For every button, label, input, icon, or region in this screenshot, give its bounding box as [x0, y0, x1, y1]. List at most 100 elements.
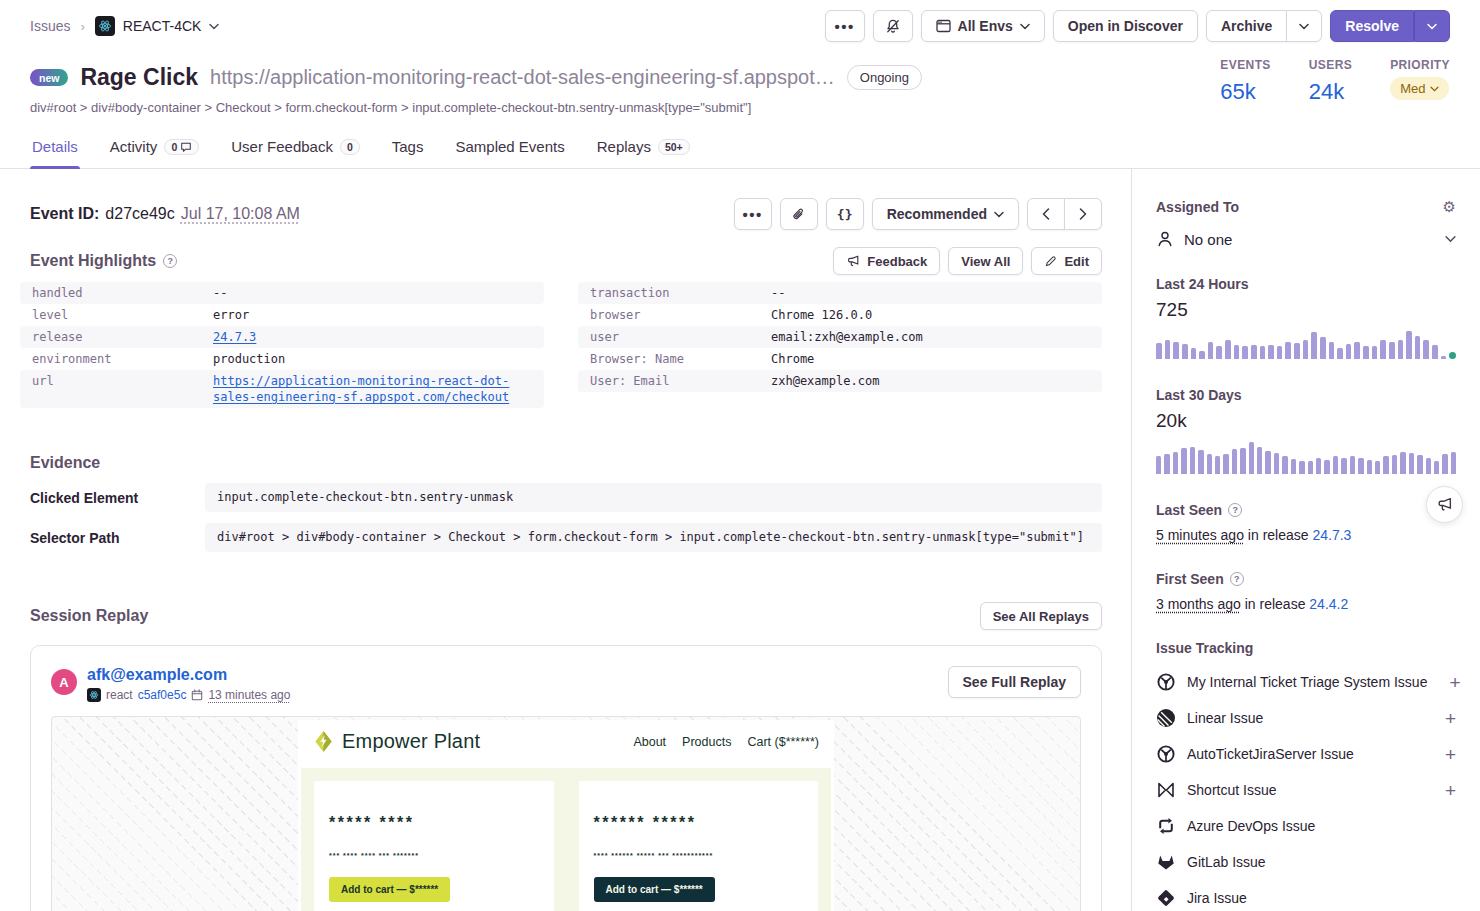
view-all-button[interactable]: View All: [948, 247, 1023, 275]
paperclip-icon: [791, 207, 806, 222]
evidence-value: div#root > div#body-container > Checkout…: [205, 523, 1102, 552]
edit-highlights-button[interactable]: Edit: [1031, 247, 1102, 275]
breadcrumb-project[interactable]: REACT-4CK: [95, 16, 220, 36]
chevron-down-icon: [1020, 23, 1030, 30]
event-more-button[interactable]: •••: [734, 198, 772, 230]
previous-event-button[interactable]: [1027, 198, 1065, 230]
highlight-value[interactable]: https://application-monitoring-react-dot…: [213, 373, 509, 405]
replay-viewport[interactable]: Empower Plant About Products Cart ($******…: [51, 716, 1081, 911]
more-options-button[interactable]: •••: [825, 10, 865, 42]
status-badge[interactable]: Ongoing: [847, 65, 922, 90]
event-selector-dropdown[interactable]: Recommended: [872, 198, 1019, 230]
issue-tracking-item[interactable]: Azure DevOps Issue: [1156, 816, 1456, 836]
highlight-row: useremail:zxh@example.com: [578, 326, 1102, 348]
empower-plant-logo: [313, 730, 334, 753]
chart-bar: [1341, 458, 1346, 474]
assignee-dropdown[interactable]: No one: [1156, 230, 1456, 248]
copy-link-button[interactable]: [780, 198, 818, 230]
site-nav-link[interactable]: About: [633, 735, 666, 749]
issue-tracking-item[interactable]: My Internal Ticket Triage System Issue+: [1156, 672, 1456, 692]
chart-bar: [1406, 331, 1412, 359]
mute-notifications-button[interactable]: [873, 10, 913, 42]
chart-bar: [1375, 461, 1380, 474]
tab-sampled-events[interactable]: Sampled Events: [453, 130, 566, 168]
events-count-link[interactable]: 65k: [1220, 79, 1270, 105]
archive-dropdown-button[interactable]: [1286, 10, 1322, 42]
help-icon[interactable]: ?: [1230, 572, 1244, 586]
gear-icon[interactable]: ⚙: [1443, 200, 1456, 215]
help-icon[interactable]: ?: [163, 254, 177, 268]
issue-stats: EVENTS 65k USERS 24k PRIORITY Med: [1220, 58, 1450, 105]
priority-dropdown[interactable]: Med: [1390, 77, 1449, 100]
feedback-float-button[interactable]: [1426, 486, 1463, 523]
chart-bar: [1216, 346, 1222, 359]
chart-bar: [1223, 454, 1228, 474]
chart-bar: [1199, 351, 1205, 359]
add-to-cart-button[interactable]: Add to cart — $******: [329, 877, 450, 902]
chart-bar: [1164, 454, 1169, 474]
tab-activity[interactable]: Activity0: [108, 130, 201, 168]
environment-selector[interactable]: All Envs: [921, 10, 1045, 42]
add-to-cart-button[interactable]: Add to cart — $******: [594, 877, 715, 902]
site-nav-link[interactable]: Cart ($******): [747, 735, 819, 749]
chart-bar: [1242, 346, 1248, 359]
issue-tracking-item[interactable]: GitLab Issue: [1156, 852, 1456, 872]
react-project-icon: [87, 688, 101, 702]
last-seen-release-link[interactable]: 24.7.3: [1312, 527, 1351, 543]
archive-button[interactable]: Archive: [1206, 10, 1287, 42]
sidebar: Assigned To ⚙ No one Last 24 Hours 725 L…: [1132, 169, 1480, 911]
first-seen-release-link[interactable]: 24.4.2: [1309, 596, 1348, 612]
highlight-key: environment: [32, 351, 213, 367]
chart-bar: [1417, 455, 1422, 474]
users-count-link[interactable]: 24k: [1309, 79, 1352, 105]
highlight-key: handled: [32, 285, 213, 301]
add-issue-button[interactable]: +: [1445, 709, 1456, 728]
issue-tracking-label: Azure DevOps Issue: [1187, 818, 1315, 834]
feedback-button[interactable]: Feedback: [833, 247, 940, 275]
last-seen-title: Last Seen?: [1156, 502, 1242, 518]
chart-bar: [1249, 442, 1254, 474]
add-issue-button[interactable]: +: [1445, 745, 1456, 764]
add-issue-button[interactable]: +: [1449, 673, 1460, 692]
highlight-value[interactable]: 24.7.3: [213, 329, 256, 345]
chart-bar: [1165, 340, 1171, 359]
pencil-icon: [1044, 255, 1057, 268]
tab-badge: 0: [340, 139, 360, 155]
issue-tracking-item[interactable]: Linear Issue+: [1156, 708, 1456, 728]
see-all-replays-button[interactable]: See All Replays: [980, 602, 1102, 630]
issue-tracking-item[interactable]: AutoTicketJiraServer Issue +: [1156, 744, 1456, 764]
tab-user-feedback[interactable]: User Feedback0: [229, 130, 362, 168]
issue-tracking-label: AutoTicketJiraServer Issue: [1187, 746, 1354, 762]
next-event-button[interactable]: [1064, 198, 1102, 230]
highlight-key: release: [32, 329, 213, 345]
issue-tracking-item[interactable]: Shortcut Issue+: [1156, 780, 1456, 800]
issue-title: Rage Click: [80, 64, 198, 91]
breadcrumb-issues[interactable]: Issues: [30, 18, 70, 34]
add-issue-button[interactable]: +: [1445, 781, 1456, 800]
replay-id-link[interactable]: c5af0e5c: [138, 688, 187, 702]
site-brand: Empower Plant: [313, 730, 480, 753]
issue-tracking-item[interactable]: Jira Issue: [1156, 888, 1456, 908]
view-json-button[interactable]: {}: [826, 198, 864, 230]
open-in-discover-button[interactable]: Open in Discover: [1053, 10, 1198, 42]
chart-bar: [1303, 340, 1309, 359]
help-icon[interactable]: ?: [1228, 503, 1242, 517]
first-seen-section: First Seen? 3 months ago in release 24.4…: [1156, 571, 1456, 612]
chart-bar: [1441, 356, 1447, 359]
see-full-replay-button[interactable]: See Full Replay: [948, 666, 1081, 698]
site-nav-link[interactable]: Products: [682, 735, 731, 749]
chart-bar: [1181, 448, 1186, 474]
chart-bar: [1173, 342, 1179, 359]
resolve-button[interactable]: Resolve: [1330, 10, 1414, 42]
new-badge: new: [30, 69, 68, 86]
last-24-hours-title: Last 24 Hours: [1156, 276, 1249, 292]
tab-details[interactable]: Details: [30, 130, 80, 168]
highlight-key: user: [590, 329, 771, 345]
chart-bar: [1350, 456, 1355, 474]
chevron-down-icon: [1430, 86, 1439, 92]
tab-replays[interactable]: Replays50+: [595, 130, 692, 168]
tab-tags[interactable]: Tags: [390, 130, 426, 168]
replay-user-link[interactable]: afk@example.com: [87, 666, 290, 684]
last-30-days-count: 20k: [1156, 410, 1456, 432]
resolve-dropdown-button[interactable]: [1414, 10, 1450, 42]
